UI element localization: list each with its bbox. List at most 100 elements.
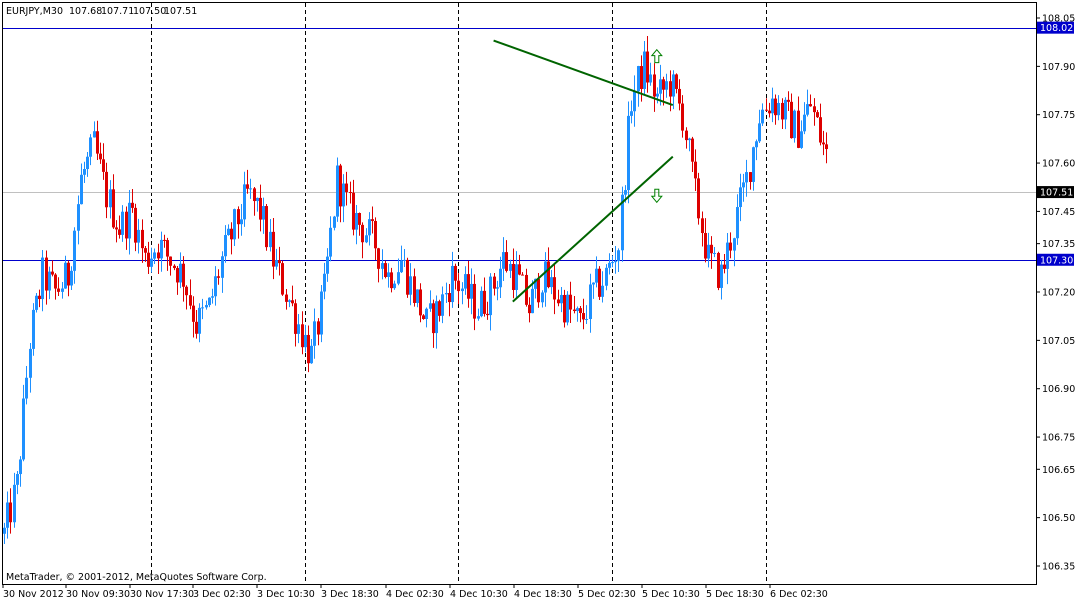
candle-body — [419, 289, 422, 316]
candle-body — [403, 259, 406, 261]
x-tick-label: 30 Nov 2012 — [3, 589, 64, 600]
candle-body — [102, 159, 105, 172]
candle-body — [624, 190, 627, 195]
candle-body — [281, 263, 284, 295]
candle-body — [813, 106, 816, 113]
candle-body — [550, 277, 553, 288]
candle-body — [579, 308, 582, 314]
candle-body — [512, 263, 515, 290]
candle-body — [589, 284, 592, 320]
candle-body — [256, 197, 259, 202]
candle-body — [585, 319, 588, 321]
candle-body — [173, 265, 176, 269]
candle-body — [134, 207, 137, 243]
candle-body — [697, 178, 700, 219]
price-chart[interactable]: 108.05107.90107.75107.60107.45107.35107.… — [0, 0, 1075, 602]
candle-body — [118, 229, 121, 235]
candle-body — [816, 112, 819, 118]
candle-body — [573, 309, 576, 312]
candle-body — [749, 172, 752, 182]
candle-body — [486, 313, 489, 316]
candle-body — [713, 252, 716, 254]
y-tick-label: 106.50 — [1042, 513, 1075, 524]
candle-body — [793, 110, 796, 139]
candle-body — [291, 300, 294, 304]
y-tick-label: 107.05 — [1042, 336, 1075, 347]
candle-body — [688, 138, 691, 141]
candle-body — [425, 308, 428, 320]
candle-body — [438, 301, 441, 316]
candle-body — [541, 292, 544, 303]
candle-body — [457, 280, 460, 292]
candle-body — [201, 307, 204, 309]
candle-body — [189, 295, 192, 306]
candle-body — [477, 316, 480, 319]
candle-body — [781, 102, 784, 120]
candle-body — [739, 187, 742, 208]
candle-body — [576, 308, 579, 312]
candle-body — [185, 286, 188, 296]
candle-body — [35, 295, 38, 310]
candle-body — [205, 305, 208, 308]
candle-body — [320, 291, 323, 335]
candle-body — [784, 99, 787, 120]
candle-body — [153, 252, 156, 259]
candle-body — [765, 109, 768, 111]
y-tick-label: 107.35 — [1042, 239, 1075, 250]
candle-body — [246, 184, 249, 189]
candle-body — [470, 283, 473, 299]
candle-body — [662, 79, 665, 90]
candle-body — [141, 229, 144, 249]
candle-body — [368, 219, 371, 236]
candle-body — [723, 264, 726, 269]
candle-body — [230, 228, 233, 240]
candle-body — [566, 294, 569, 323]
candle-body — [557, 299, 560, 304]
candle-body — [601, 285, 604, 297]
candle-body — [509, 263, 512, 271]
candle-body — [285, 294, 288, 302]
candle-body — [806, 104, 809, 115]
candle-body — [761, 109, 764, 124]
candle-body — [409, 276, 412, 295]
candle-body — [297, 324, 300, 334]
candle-body — [787, 99, 790, 102]
candle-body — [112, 189, 115, 228]
candle-body — [83, 169, 86, 175]
y-tick-label: 106.75 — [1042, 433, 1075, 444]
candle-body — [240, 219, 243, 225]
bid-price-label-text: 107.51 — [1040, 188, 1073, 199]
candle-body — [637, 66, 640, 92]
candle-body — [304, 334, 307, 348]
candle-body — [86, 156, 89, 170]
candle-body — [355, 213, 358, 230]
candle-body — [163, 239, 166, 241]
candle-body — [633, 91, 636, 112]
candle-body — [800, 131, 803, 148]
candle-body — [797, 110, 800, 148]
candle-body — [665, 81, 668, 90]
candle-body — [397, 272, 400, 284]
candle-body — [547, 261, 550, 288]
candle-body — [150, 258, 153, 267]
candle-body — [41, 257, 44, 300]
candle-body — [675, 74, 678, 89]
candle-body — [694, 161, 697, 179]
candle-body — [461, 288, 464, 292]
candle-body — [489, 276, 492, 316]
candle-body — [790, 101, 793, 139]
candle-body — [269, 231, 272, 248]
candle-body — [406, 259, 409, 295]
y-tick-label: 107.75 — [1042, 110, 1075, 121]
y-tick-label: 106.35 — [1042, 562, 1075, 573]
candle-body — [611, 262, 614, 264]
candle-body — [745, 172, 748, 183]
candle-body — [441, 294, 444, 316]
candle-body — [6, 502, 9, 528]
candle-body — [313, 321, 316, 346]
candle-body — [179, 263, 182, 283]
candle-body — [669, 81, 672, 97]
candle-body — [323, 273, 326, 292]
candle-body — [467, 274, 470, 299]
candle-body — [243, 184, 246, 220]
